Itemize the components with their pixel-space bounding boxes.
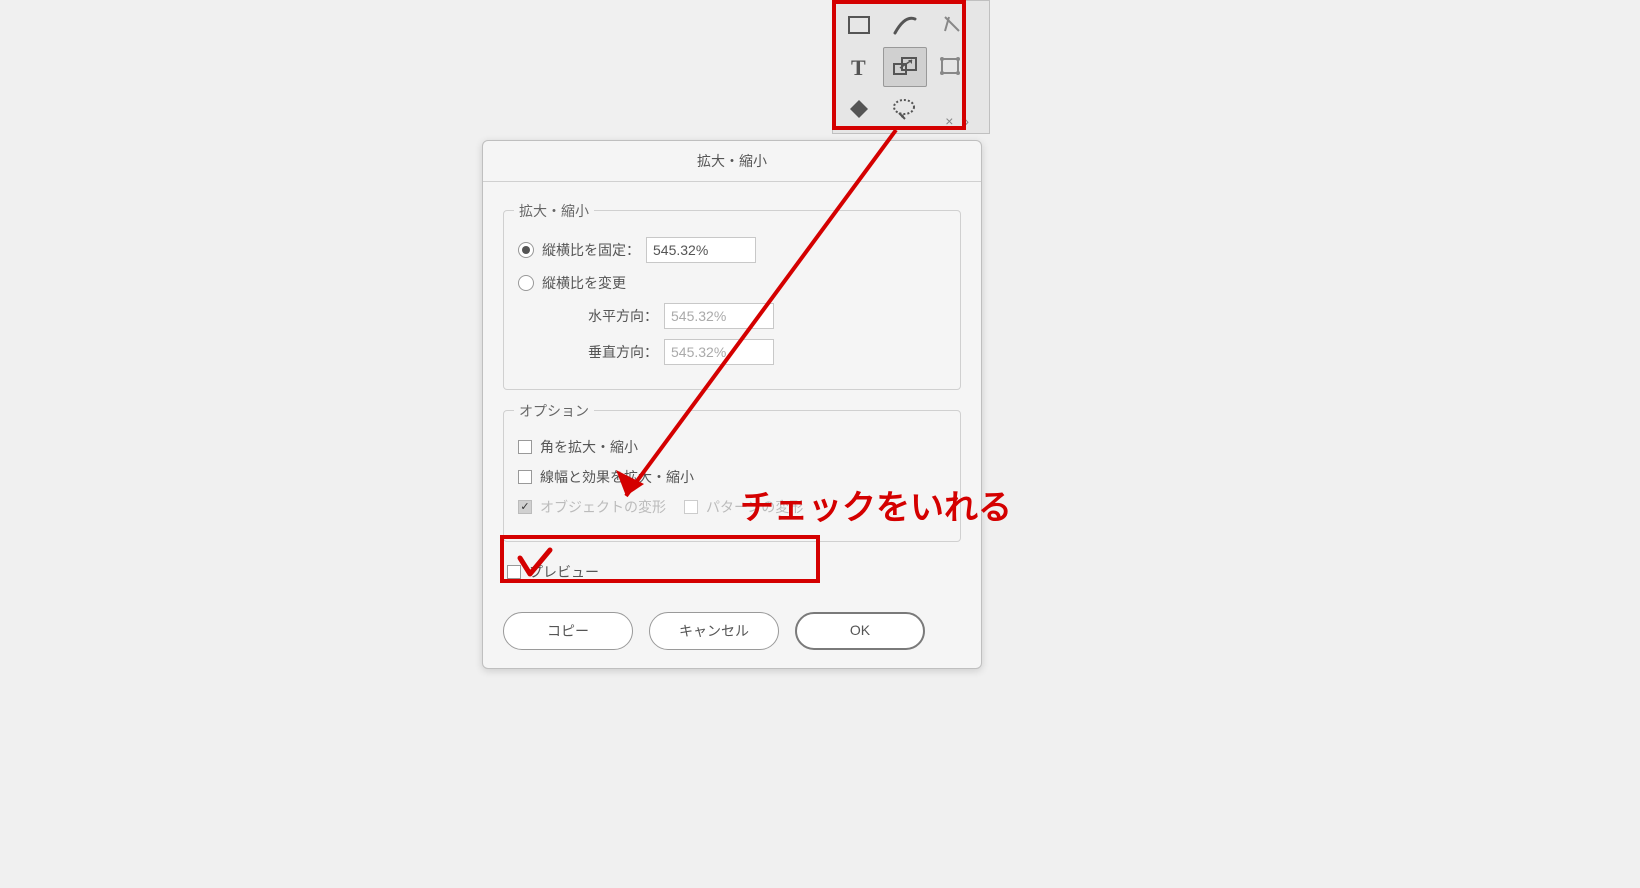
- horizontal-label: 水平方向：: [588, 306, 658, 326]
- annotation-text: チェックをいれる: [740, 480, 1012, 529]
- horizontal-row: 水平方向： 545.32%: [588, 303, 946, 329]
- ok-button[interactable]: OK: [795, 612, 925, 650]
- shape-tool[interactable]: [837, 89, 881, 129]
- scale-corners-checkbox[interactable]: [518, 440, 532, 454]
- vertical-row: 垂直方向： 545.32%: [588, 339, 946, 365]
- scale-strokes-checkbox[interactable]: [518, 470, 532, 484]
- transform-objects-checkbox: [518, 500, 532, 514]
- preview-label: プレビュー: [529, 562, 599, 582]
- lock-aspect-input[interactable]: 545.32%: [646, 237, 756, 263]
- copy-button[interactable]: コピー: [503, 612, 633, 650]
- lock-aspect-label: 縦横比を固定：: [542, 240, 640, 260]
- preview-row[interactable]: プレビュー: [507, 562, 961, 582]
- preview-checkbox[interactable]: [507, 565, 521, 579]
- dialog-buttons: コピー キャンセル OK: [483, 612, 981, 668]
- scale-dialog: 拡大・縮小 拡大・縮小 縦横比を固定： 545.32% 縦横比を変更 水平方向：…: [482, 140, 982, 669]
- options-group-label: オプション: [514, 401, 594, 421]
- close-panel[interactable]: × »: [929, 89, 973, 129]
- change-aspect-radio[interactable]: [518, 275, 534, 291]
- svg-text:T: T: [851, 55, 866, 79]
- transform-objects-label: オブジェクトの変形: [540, 497, 666, 517]
- scale-group-label: 拡大・縮小: [514, 201, 594, 221]
- scale-corners-row[interactable]: 角を拡大・縮小: [518, 437, 946, 457]
- lock-aspect-row[interactable]: 縦横比を固定： 545.32%: [518, 237, 946, 263]
- scale-corners-label: 角を拡大・縮小: [540, 437, 638, 457]
- cancel-button[interactable]: キャンセル: [649, 612, 779, 650]
- scale-strokes-label: 線幅と効果を拡大・縮小: [540, 467, 694, 487]
- lasso-tool[interactable]: [883, 89, 927, 129]
- horizontal-input[interactable]: 545.32%: [664, 303, 774, 329]
- tool-extra-1[interactable]: [929, 5, 973, 45]
- scale-tool[interactable]: [883, 47, 927, 87]
- type-tool[interactable]: T: [837, 47, 881, 87]
- rectangle-tool[interactable]: [837, 5, 881, 45]
- scale-group: 拡大・縮小 縦横比を固定： 545.32% 縦横比を変更 水平方向： 545.3…: [503, 210, 961, 390]
- change-aspect-label: 縦横比を変更: [542, 273, 626, 293]
- transform-patterns-checkbox: [684, 500, 698, 514]
- change-aspect-row[interactable]: 縦横比を変更: [518, 273, 946, 293]
- brush-tool[interactable]: [883, 5, 927, 45]
- tool-panel: T × »: [832, 0, 990, 134]
- vertical-label: 垂直方向：: [588, 342, 658, 362]
- vertical-input[interactable]: 545.32%: [664, 339, 774, 365]
- dialog-title: 拡大・縮小: [483, 141, 981, 182]
- free-transform-tool[interactable]: [929, 47, 973, 87]
- lock-aspect-radio[interactable]: [518, 242, 534, 258]
